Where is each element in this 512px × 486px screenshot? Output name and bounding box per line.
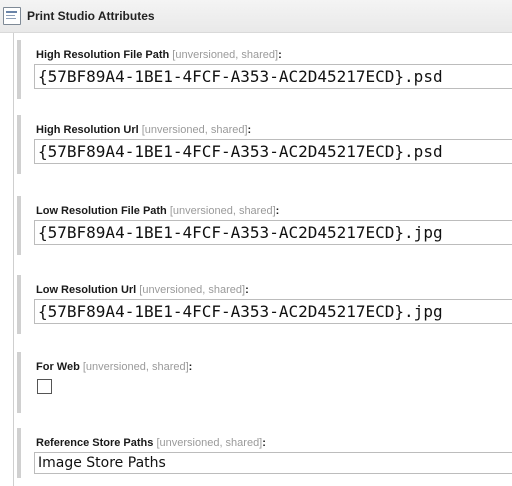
- field-bar: [17, 352, 21, 413]
- field-label: Reference Store Paths [unversioned, shar…: [36, 437, 266, 449]
- field-meta: [unversioned, shared]: [172, 49, 279, 61]
- high-resolution-url-input[interactable]: {57BF89A4-1BE1-4FCF-A353-AC2D45217ECD}.p…: [34, 139, 512, 164]
- low-resolution-url-input[interactable]: {57BF89A4-1BE1-4FCF-A353-AC2D45217ECD}.j…: [34, 299, 512, 324]
- section-left-rule: [13, 33, 14, 486]
- field-bar: [17, 196, 21, 255]
- field-label: Low Resolution Url [unversioned, shared]…: [36, 284, 249, 296]
- field-label: High Resolution File Path [unversioned, …: [36, 49, 282, 61]
- section-header[interactable]: Print Studio Attributes: [0, 0, 512, 33]
- field-bar: [17, 275, 21, 334]
- field-meta: [unversioned, shared]: [156, 437, 263, 449]
- field-label: High Resolution Url [unversioned, shared…: [36, 124, 252, 136]
- field-meta: [unversioned, shared]: [139, 284, 246, 296]
- low-resolution-file-path-input[interactable]: {57BF89A4-1BE1-4FCF-A353-AC2D45217ECD}.j…: [34, 220, 512, 245]
- field-meta: [unversioned, shared]: [141, 124, 248, 136]
- for-web-checkbox[interactable]: [37, 379, 52, 394]
- field-meta: [unversioned, shared]: [169, 205, 276, 217]
- field-label: Low Resolution File Path [unversioned, s…: [36, 205, 280, 217]
- form-section-icon: [3, 7, 21, 25]
- section-title: Print Studio Attributes: [27, 9, 155, 23]
- field-bar: [17, 115, 21, 174]
- high-resolution-file-path-input[interactable]: {57BF89A4-1BE1-4FCF-A353-AC2D45217ECD}.p…: [34, 64, 512, 89]
- field-meta: [unversioned, shared]: [82, 361, 189, 373]
- reference-store-paths-input[interactable]: Image Store Paths: [34, 452, 512, 474]
- field-bar: [17, 40, 21, 99]
- field-bar: [17, 428, 21, 478]
- field-label: For Web [unversioned, shared]:: [36, 361, 193, 373]
